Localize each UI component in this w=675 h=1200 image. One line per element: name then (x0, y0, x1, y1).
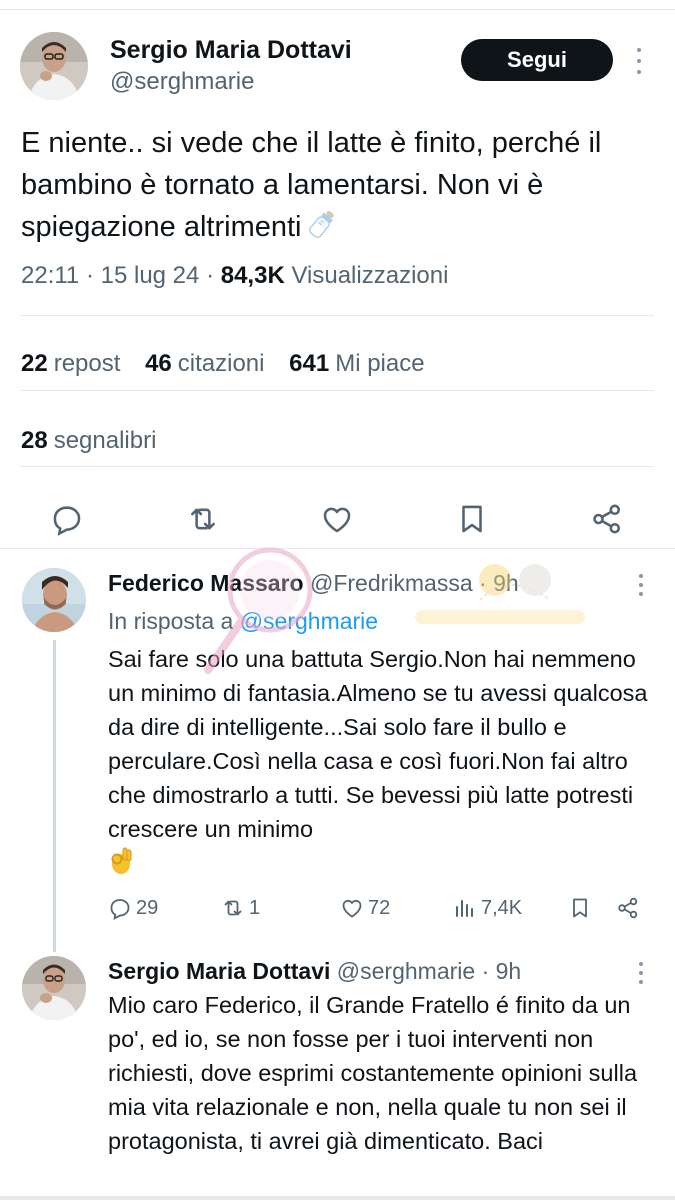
quotes-label: citazioni (177, 350, 265, 377)
like-action[interactable]: 72 (340, 893, 390, 923)
reply-action-bar: 29 1 72 7,4K (108, 893, 648, 923)
engagement-stats: 22 repost 46 citazioni 641 Mi piace (21, 350, 443, 378)
likes-count: 72 (368, 896, 391, 919)
section-divider (0, 548, 675, 549)
avatar[interactable] (20, 32, 88, 100)
bookmark-icon (573, 898, 587, 918)
views-count: 84,3K (220, 262, 285, 289)
reply-text: Mio caro Federico, il Grande Fratello é … (108, 992, 638, 1154)
like-icon (342, 899, 362, 918)
reply-author-handle[interactable]: @serghmarie (337, 958, 475, 984)
reposts-count: 22 (21, 350, 48, 377)
reply-to-handle-link[interactable]: @serghmarie (240, 608, 378, 634)
more-options-icon[interactable] (636, 574, 646, 596)
meta-separator: · (481, 958, 496, 984)
like-icon[interactable] (320, 502, 354, 536)
reply-header: Sergio Maria Dottavi @serghmarie · 9h (108, 958, 521, 985)
tweet-page: Sergio Maria Dottavi @serghmarie Segui E… (0, 0, 675, 1200)
reply-author-handle[interactable]: @Fredrikmassa (310, 570, 473, 596)
reply-time[interactable]: 9h (493, 570, 519, 596)
divider (21, 390, 654, 391)
reply-text-content: Sai fare solo una battuta Sergio.Non hai… (108, 646, 648, 842)
meta-separator: · (479, 570, 494, 596)
reply-icon (110, 899, 130, 920)
reposts-stat[interactable]: 22 repost (21, 350, 120, 377)
bottom-border (0, 1196, 675, 1200)
quotes-stat[interactable]: 46 citazioni (145, 350, 264, 377)
avatar[interactable] (22, 956, 86, 1020)
bookmarks-label: segnalibri (53, 427, 157, 454)
bookmarks-count: 28 (21, 427, 48, 454)
follow-button[interactable]: Segui (461, 39, 613, 81)
reply-action[interactable]: 29 (108, 893, 158, 923)
divider (21, 466, 654, 467)
repost-icon[interactable] (186, 502, 220, 536)
likes-stat[interactable]: 641 Mi piace (289, 350, 424, 377)
share-icon[interactable] (590, 502, 624, 536)
bookmark-action[interactable] (568, 893, 592, 923)
meta-separator: · (206, 262, 221, 289)
reposts-label: repost (53, 350, 121, 377)
tweet-action-bar (0, 488, 675, 550)
tweet-date[interactable]: 15 lug 24 (101, 262, 200, 289)
reply-to-line: In risposta a @serghmarie (108, 608, 378, 635)
reply-to-prefix: In risposta a (108, 608, 234, 634)
reply-author-name[interactable]: Sergio Maria Dottavi (108, 958, 330, 984)
avatar[interactable] (22, 568, 86, 632)
share-action[interactable] (616, 893, 640, 923)
views-action[interactable]: 7,4K (453, 893, 522, 923)
ok-hand-icon (108, 847, 134, 881)
share-icon (618, 897, 638, 919)
repost-icon (224, 900, 242, 916)
author-handle[interactable]: @serghmarie (110, 68, 254, 96)
views-icon (456, 900, 473, 917)
likes-label: Mi piace (335, 350, 425, 377)
bookmark-icon[interactable] (455, 502, 489, 536)
bookmarks-stat[interactable]: 28 segnalibri (21, 427, 156, 455)
tweet-text: E niente.. si vede che il latte è finito… (21, 122, 653, 252)
views-count: 7,4K (481, 896, 523, 919)
baby-bottle-icon (307, 208, 337, 252)
reply-icon[interactable] (50, 502, 84, 536)
reply-time[interactable]: 9h (496, 958, 522, 984)
reposts-count: 1 (249, 896, 261, 919)
repost-action[interactable]: 1 (221, 893, 260, 923)
replies-count: 29 (136, 896, 159, 919)
tweet-time[interactable]: 22:11 (21, 262, 79, 289)
likes-count: 641 (289, 350, 330, 377)
more-options-icon[interactable] (636, 962, 646, 984)
author-row: Sergio Maria Dottavi @serghmarie Segui (20, 32, 655, 106)
reply-author-name[interactable]: Federico Massaro (108, 570, 304, 596)
reply-header: Federico Massaro @Fredrikmassa · 9h (108, 570, 519, 597)
tweet-meta: 22:11 · 15 lug 24 · 84,3K Visualizzazion… (21, 262, 448, 290)
thread-line (53, 640, 56, 952)
divider (21, 315, 654, 316)
reply-text: Sai fare solo una battuta Sergio.Non hai… (108, 642, 653, 885)
author-name[interactable]: Sergio Maria Dottavi (110, 36, 352, 65)
top-border (0, 0, 675, 10)
quotes-count: 46 (145, 350, 172, 377)
meta-separator: · (85, 262, 101, 289)
more-options-icon[interactable] (634, 48, 644, 74)
views-label: Visualizzazioni (291, 262, 449, 289)
